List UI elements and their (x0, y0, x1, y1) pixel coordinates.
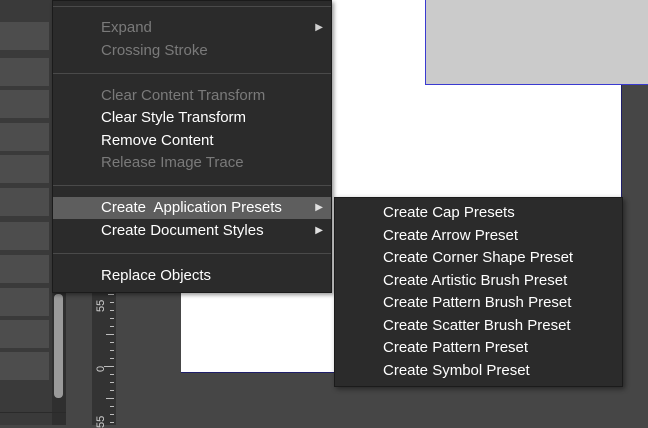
ruler-label: 0 (95, 365, 107, 372)
menu-item-label: Remove Content (101, 132, 214, 149)
selected-object[interactable] (425, 0, 648, 85)
submenu-item-pattern-brush-preset[interactable]: Create Pattern Brush Preset (335, 292, 622, 314)
submenu-arrow-icon: ▶ (315, 202, 323, 213)
panel-row[interactable] (0, 255, 49, 283)
menu-item-label: Expand (101, 19, 152, 36)
menu-item-label: Clear Content Transform (101, 87, 266, 104)
submenu-item-symbol-preset[interactable]: Create Symbol Preset (335, 360, 622, 382)
menu-item-expand[interactable]: Expand ▶ (53, 17, 331, 39)
submenu-arrow-icon: ▶ (315, 22, 323, 33)
menu-item-label: Release Image Trace (101, 154, 244, 171)
menu-item-label: Create Document Styles (101, 222, 264, 239)
menu-item-label: Replace Objects (101, 267, 212, 284)
submenu-arrow-icon: ▶ (315, 225, 323, 236)
menu-separator (53, 73, 331, 74)
panel-row[interactable] (0, 90, 49, 118)
ruler-label: 55 (95, 299, 107, 312)
panel-row[interactable] (0, 123, 49, 151)
menu-item-remove-content[interactable]: Remove Content (53, 130, 331, 152)
layers-panel (0, 0, 52, 425)
panel-row[interactable] (0, 288, 49, 316)
menu-separator (53, 6, 331, 7)
context-menu: Expand ▶ Crossing Stroke Clear Content T… (52, 0, 332, 293)
panel-row[interactable] (0, 58, 49, 86)
panel-row[interactable] (0, 22, 49, 50)
panel-row[interactable] (0, 155, 49, 183)
panel-row[interactable] (0, 188, 49, 216)
menu-item-label: Clear Style Transform (101, 109, 247, 126)
scrollbar-thumb[interactable] (54, 294, 63, 398)
menu-item-label: Create Application Presets (101, 199, 282, 216)
divider (0, 412, 66, 413)
menu-item-crossing-stroke[interactable]: Crossing Stroke (53, 40, 331, 62)
submenu-item-scatter-brush-preset[interactable]: Create Scatter Brush Preset (335, 315, 622, 337)
menu-item-clear-style-transform[interactable]: Clear Style Transform (53, 107, 331, 129)
menu-item-create-document-styles[interactable]: Create Document Styles ▶ (53, 220, 331, 242)
ruler-label: 55 (95, 415, 107, 428)
submenu-item-arrow-preset[interactable]: Create Arrow Preset (335, 225, 622, 247)
menu-item-clear-content-transform[interactable]: Clear Content Transform (53, 85, 331, 107)
submenu-item-corner-shape-preset[interactable]: Create Corner Shape Preset (335, 247, 622, 269)
menu-separator (53, 185, 331, 186)
menu-item-replace-objects[interactable]: Replace Objects (53, 265, 331, 287)
submenu-item-cap-presets[interactable]: Create Cap Presets (335, 202, 622, 224)
menu-separator (53, 253, 331, 254)
panel-row[interactable] (0, 320, 49, 348)
panel-row[interactable] (0, 352, 49, 380)
panel-row[interactable] (0, 222, 49, 250)
menu-item-label: Crossing Stroke (101, 42, 208, 59)
submenu-item-artistic-brush-preset[interactable]: Create Artistic Brush Preset (335, 270, 622, 292)
submenu-item-pattern-preset[interactable]: Create Pattern Preset (335, 337, 622, 359)
menu-item-create-application-presets[interactable]: Create Application Presets ▶ (53, 197, 331, 219)
panel-scrollbar[interactable] (52, 290, 66, 425)
application-presets-submenu: Create Cap Presets Create Arrow Preset C… (334, 197, 623, 387)
menu-item-release-image-trace[interactable]: Release Image Trace (53, 152, 331, 174)
